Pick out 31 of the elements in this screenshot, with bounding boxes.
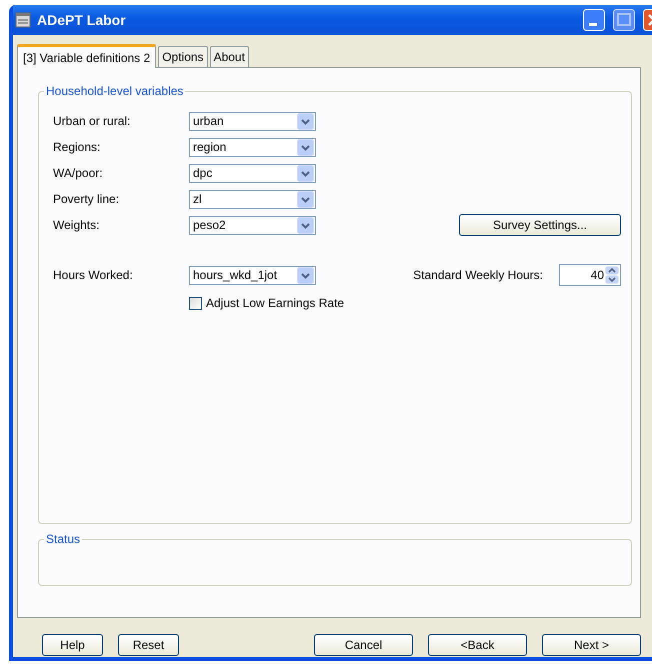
tab[interactable]: About bbox=[210, 46, 249, 67]
spinner-arrows-icon bbox=[605, 266, 619, 284]
minimize-icon[interactable] bbox=[583, 9, 605, 31]
adjust-checkbox[interactable]: Adjust Low Earnings Rate bbox=[189, 296, 621, 310]
tab[interactable]: [3] Variable definitions 2 bbox=[17, 44, 156, 68]
dropdown[interactable]: zl bbox=[189, 190, 316, 208]
dropdown[interactable]: urban bbox=[189, 112, 316, 130]
survey-settings-button[interactable]: Survey Settings... bbox=[459, 214, 621, 236]
field-label: Weights: bbox=[53, 218, 100, 232]
dropdown[interactable]: region bbox=[189, 138, 316, 156]
spin-field[interactable]: 40 bbox=[559, 264, 621, 286]
app-icon bbox=[15, 12, 31, 28]
field-label: Standard Weekly Hours: bbox=[413, 268, 543, 282]
window-title: ADePT Labor bbox=[37, 12, 126, 28]
dialog-button[interactable]: <Back bbox=[428, 634, 527, 656]
dropdown[interactable]: dpc bbox=[189, 164, 316, 182]
maximize-icon bbox=[613, 9, 635, 31]
field-label: WA/poor: bbox=[53, 166, 104, 180]
group-title: Status bbox=[45, 532, 82, 546]
field-label: Hours Worked: bbox=[53, 268, 134, 282]
dropdown[interactable]: hours_wkd_1jot bbox=[189, 266, 316, 284]
dialog-button[interactable]: Reset bbox=[118, 634, 179, 656]
dialog-button[interactable]: Next > bbox=[542, 634, 641, 656]
field-label: Urban or rural: bbox=[53, 114, 132, 128]
dialog-button[interactable]: Help bbox=[42, 634, 103, 656]
dialog-button[interactable]: Cancel bbox=[314, 634, 413, 656]
group-title: Household-level variables bbox=[45, 84, 184, 98]
field-label: Regions: bbox=[53, 140, 102, 154]
tab[interactable]: Options bbox=[158, 46, 208, 67]
dropdown[interactable]: peso2 bbox=[189, 216, 316, 234]
field-label: Poverty line: bbox=[53, 192, 120, 206]
